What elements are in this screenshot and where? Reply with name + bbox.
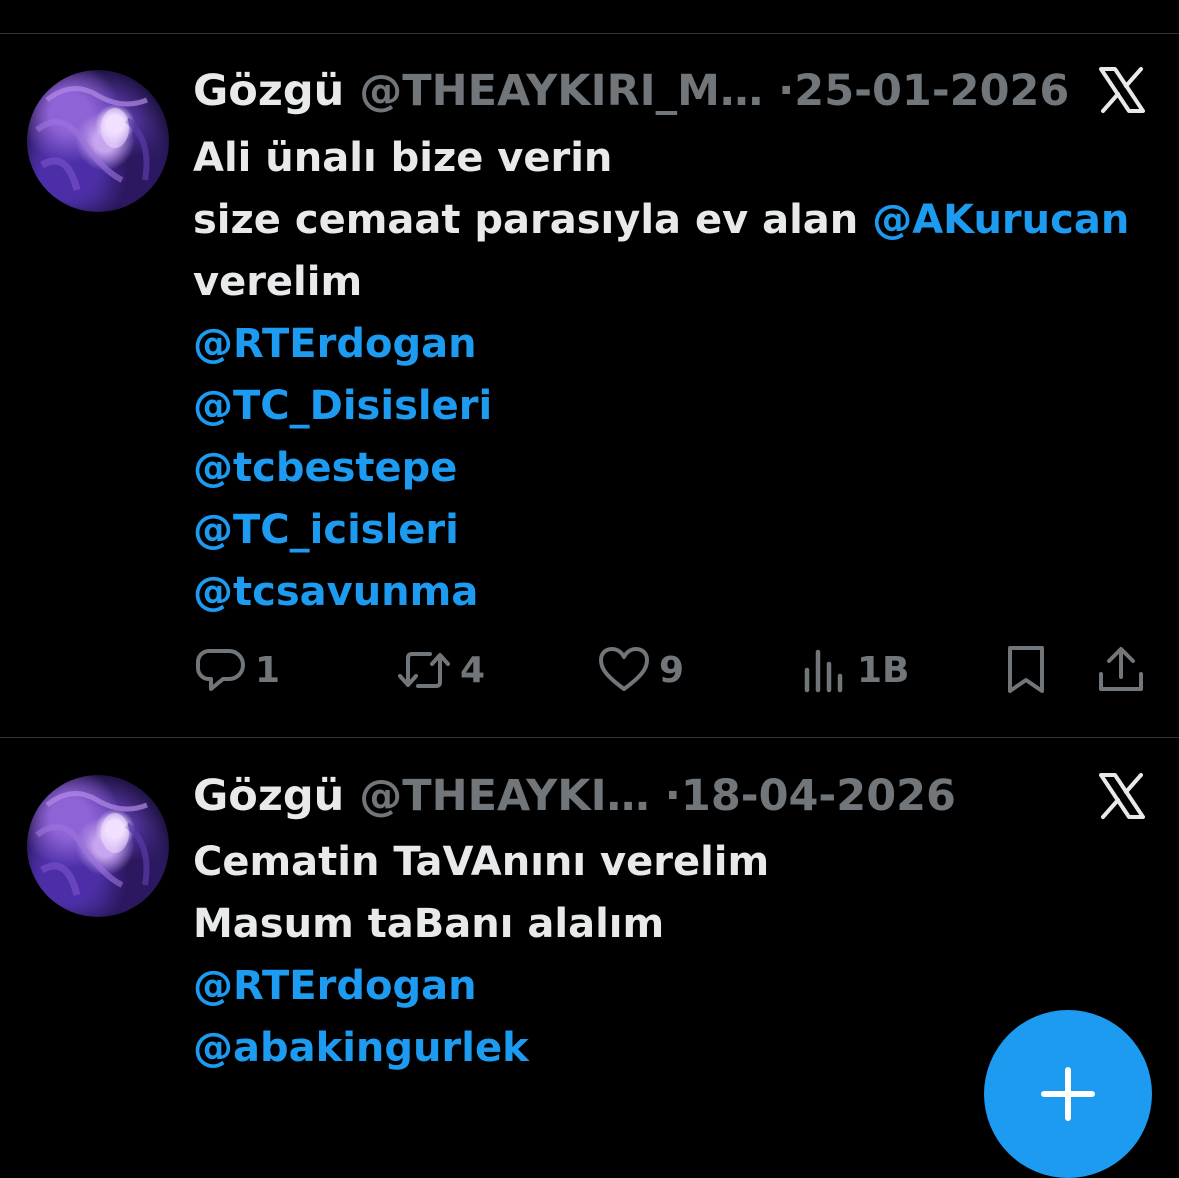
bookmark-button[interactable] — [1002, 640, 1050, 700]
plus-icon — [1041, 1067, 1095, 1121]
user-handle[interactable]: @THEAYKIRI_M… — [359, 66, 763, 116]
x-logo-icon — [1098, 66, 1146, 114]
mention-link[interactable]: @TC_Disisleri — [193, 383, 492, 429]
tweet-date[interactable]: 18-04-2026 — [681, 771, 956, 821]
avatar[interactable] — [27, 70, 169, 212]
tweet-text-segment: Ali ünalı bize verin — [193, 135, 613, 181]
tweet-line: Masum taBanı alalım — [193, 893, 1163, 955]
display-name[interactable]: Gözgü — [193, 771, 344, 821]
x-logo-icon — [1098, 772, 1146, 820]
reply-button[interactable]: 1 — [195, 640, 280, 700]
share-icon — [1099, 647, 1143, 691]
views-icon — [804, 649, 843, 693]
display-name[interactable]: Gözgü — [193, 66, 344, 116]
user-handle[interactable]: @THEAYKI… — [359, 771, 649, 821]
tweet-line: @tcbestepe — [193, 437, 1163, 499]
like-button[interactable]: 9 — [597, 640, 684, 700]
tweet-1[interactable]: Gözgü @THEAYKIRI_M… ·25-01-2026 Ali ünal… — [0, 0, 1179, 737]
share-button[interactable] — [1096, 640, 1146, 700]
compose-button[interactable] — [984, 1010, 1152, 1178]
tweet-text: Ali ünalı bize verin size cemaat parasıyl… — [193, 127, 1163, 623]
heart-icon — [599, 647, 649, 691]
tweet-line: @TC_icisleri — [193, 499, 1163, 561]
tweet-actions: 1 4 9 1B — [0, 640, 1179, 700]
avatar[interactable] — [27, 775, 169, 917]
mention-link[interactable]: @AKurucan — [872, 197, 1129, 243]
tweet-text-segment: size cemaat parasıyla ev alan — [193, 197, 873, 243]
repost-icon — [398, 652, 450, 688]
reply-icon — [196, 649, 245, 691]
tweet-line: @TC_Disisleri — [193, 375, 1163, 437]
tweet-date[interactable]: 25-01-2026 — [794, 66, 1069, 116]
tweet-text-segment: verelim — [193, 259, 363, 305]
tweet-line: size cemaat parasıyla ev alan @AKurucan — [193, 189, 1163, 251]
separator-dot: · — [777, 66, 795, 116]
tweet-header: Gözgü @THEAYKIRI_M… ·25-01-2026 — [193, 66, 1069, 116]
views-count: 1B — [857, 649, 910, 691]
tweet-line: @tcsavunma — [193, 561, 1163, 623]
tweet-text-segment: Cematin TaVAnını verelim — [193, 839, 770, 885]
mention-link[interactable]: @RTErdogan — [193, 963, 477, 1009]
tweet-line: Ali ünalı bize verin — [193, 127, 1163, 189]
separator-dot: · — [664, 771, 681, 821]
repost-count: 4 — [460, 649, 486, 691]
mention-link[interactable]: @tcbestepe — [193, 445, 457, 491]
tweet-text-segment: Masum taBanı alalım — [193, 901, 665, 947]
reply-count: 1 — [255, 649, 281, 691]
mention-link[interactable]: @abakingurlek — [193, 1025, 529, 1071]
mention-link[interactable]: @tcsavunma — [193, 569, 478, 615]
tweet-header: Gözgü @THEAYKI… ·18-04-2026 — [193, 771, 956, 821]
like-count: 9 — [659, 649, 685, 691]
mention-link[interactable]: @RTErdogan — [193, 321, 477, 367]
tweet-line: @RTErdogan — [193, 313, 1163, 375]
mention-link[interactable]: @TC_icisleri — [193, 507, 459, 553]
tweet-line: verelim — [193, 251, 1163, 313]
repost-button[interactable]: 4 — [396, 640, 485, 700]
tweet-line: @RTErdogan — [193, 955, 1163, 1017]
tweet-line: Cematin TaVAnını verelim — [193, 831, 1163, 893]
bookmark-icon — [1008, 646, 1044, 693]
views-button[interactable]: 1B — [801, 640, 910, 700]
